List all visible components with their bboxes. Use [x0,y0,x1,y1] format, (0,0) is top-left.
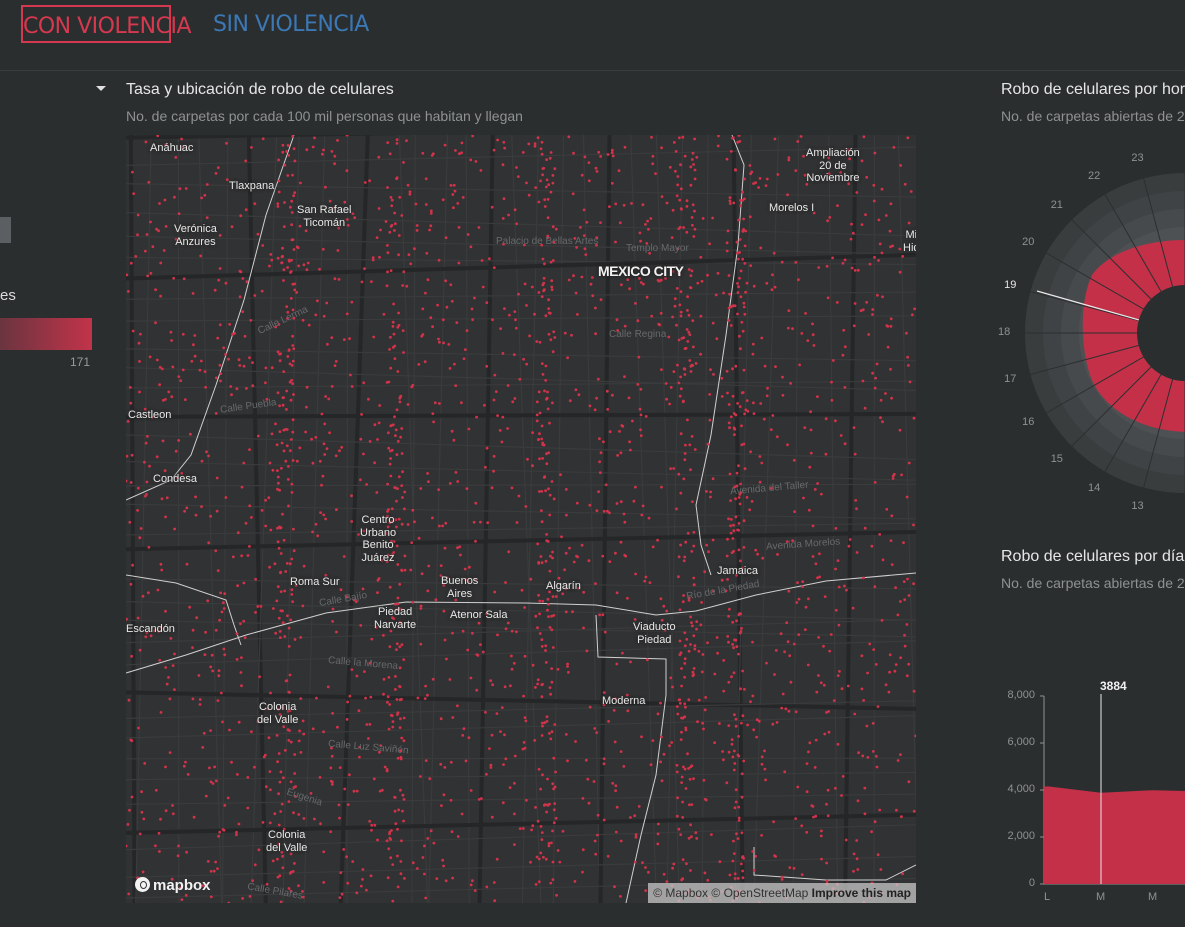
mapbox-logo-text: mapbox [153,877,211,894]
left-panel-bar-value: 171 [70,355,91,369]
street-label: Palacio de Bellas Artes [496,236,599,247]
street-label: Calle Regina [609,329,667,340]
place-label: Centro Urbano Benito Juárez [360,514,397,564]
mapbox-logo-icon [135,877,150,892]
mapbox-logo[interactable]: mapbox [135,877,211,894]
hour-label: 14 [1088,481,1101,494]
improve-map-link[interactable]: Improve this map [812,886,911,900]
y-tick-label: 4,000 [1007,783,1035,795]
place-label: Verónica Anzures [174,223,217,248]
place-label: San Rafael Ticomán [297,204,352,229]
hour-label: 19 [1004,279,1017,292]
day-chart-subtitle: No. de carpetas abiertas de 20 [1001,575,1185,591]
map-canvas[interactable] [126,135,916,903]
map-subtitle: No. de carpetas por cada 100 mil persona… [126,108,523,124]
day-area-chart[interactable]: 0 2,000 4,000 6,000 8,000 L M M 3884 [995,670,1185,910]
place-label: Ampliación 20 de Noviembre [806,147,860,184]
area-series [1044,786,1185,884]
y-tick-label: 8,000 [1007,689,1035,701]
hour-label: 17 [1004,372,1017,385]
radial-canvas[interactable] [1000,140,1185,530]
place-label: Piedad Narvarte [374,606,417,631]
x-tick-label: L [1044,891,1051,903]
hour-label: 16 [1022,416,1035,428]
place-label: Anáhuac [150,142,194,154]
hour-label: 23 [1131,152,1144,165]
x-tick-label: M [1096,891,1106,903]
place-label: MiHid [903,229,916,254]
place-label: Atenor Sala [450,609,508,621]
attribution-mapbox-link[interactable]: © Mapbox [653,886,708,900]
attribution-osm-link[interactable]: © OpenStreetMap [711,886,808,900]
hour-label: 13 [1131,499,1144,512]
place-label: Colonia del Valle [257,701,299,726]
map-attribution: © Mapbox © OpenStreetMap Improve this ma… [648,883,916,903]
hour-chart-title: Robo de celulares por hora [1001,81,1185,98]
x-tick-label: M [1148,891,1158,903]
hour-label: 20 [1022,236,1035,248]
hour-label: 22 [1088,170,1101,183]
hour-chart-subtitle: No. de carpetas abiertas de 20 [1001,108,1185,124]
place-label: Morelos I [769,202,815,214]
place-label: Jamaica [717,565,758,577]
header-divider [0,70,1185,71]
hour-label: 21 [1050,198,1063,211]
y-tick-label: 6,000 [1007,736,1035,748]
collapse-caret-icon[interactable] [96,86,106,91]
place-label: Colonia del Valle [266,829,308,854]
place-label: Tlaxpana [229,180,275,192]
y-tick-label: 2,000 [1007,830,1035,842]
y-tick-label: 0 [1028,877,1035,889]
place-label: Algarín [546,580,581,592]
place-label: Buenos Aires [441,575,479,600]
hour-label: 15 [1050,453,1063,466]
place-label: Castleon [128,409,172,421]
day-chart-title: Robo de celulares por día [1001,548,1185,565]
street-label: Templo Mayor [626,243,689,254]
city-label: MEXICO CITY [598,263,684,279]
place-label: Escandón [126,623,175,635]
left-panel-bar [0,318,92,350]
hour-radial-chart[interactable]: 23 22 21 20 19 18 17 16 15 14 13 [998,140,1185,530]
place-label: Roma Sur [290,576,340,588]
left-panel-scrollbar[interactable] [0,217,11,243]
hour-label: 18 [998,326,1011,338]
peak-value-label: 3884 [1100,679,1127,693]
map-title: Tasa y ubicación de robo de celulares [126,81,394,98]
place-label: Condesa [153,473,198,485]
place-label: Viaducto Piedad [633,621,676,646]
left-panel-label: es [0,287,16,304]
tab-sin-violencia[interactable]: SIN VIOLENCIA [213,5,369,43]
crime-map[interactable]: MEXICO CITY Anáhuac Tlaxpana San Rafael Tic… [126,135,916,903]
place-label: Moderna [602,695,646,707]
tab-con-violencia[interactable]: CON VIOLENCIA [21,5,192,43]
